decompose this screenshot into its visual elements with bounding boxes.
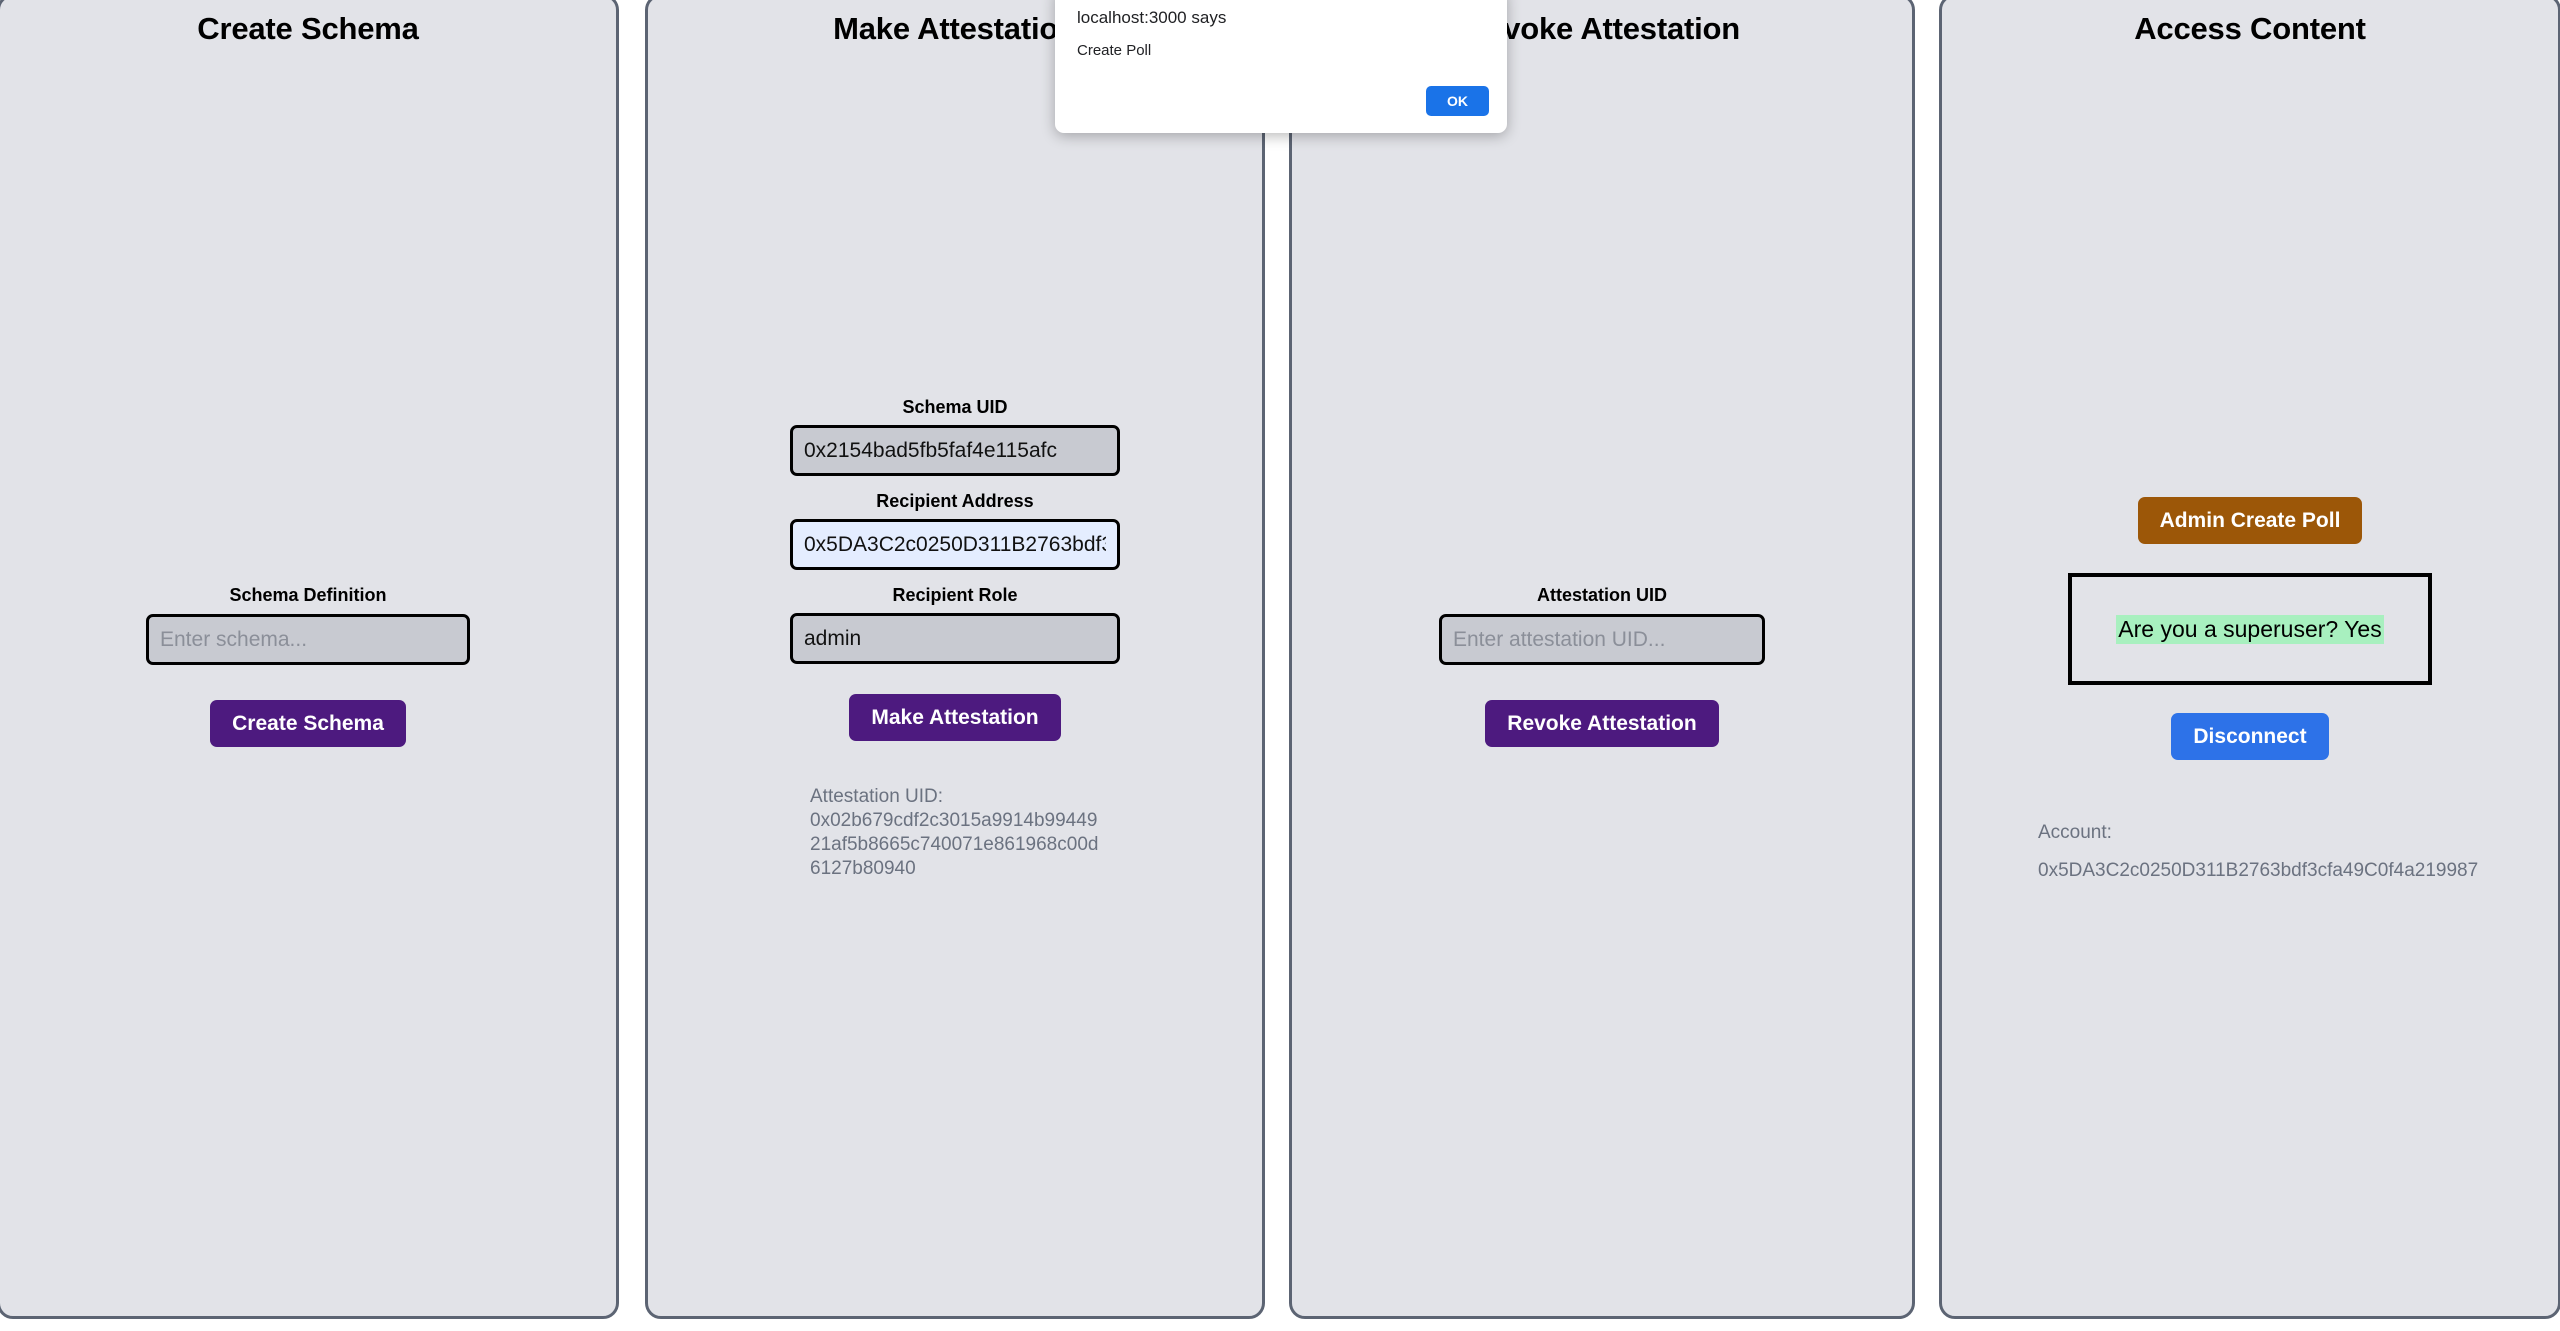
schema-definition-label: Schema Definition — [229, 585, 387, 605]
schema-uid-input[interactable] — [790, 425, 1120, 476]
recipient-role-label: Recipient Role — [892, 585, 1018, 605]
panel-row: Create Schema Schema Definition Create S… — [0, 0, 2560, 1325]
make-attestation-form: Schema UID Recipient Address Recipient R… — [648, 397, 1262, 881]
alert-ok-button[interactable]: OK — [1426, 86, 1489, 116]
browser-alert-dialog: localhost:3000 says Create Poll OK — [1055, 0, 1507, 133]
panel-create-schema: Create Schema Schema Definition Create S… — [0, 0, 619, 1319]
page-root: Create Schema Schema Definition Create S… — [0, 0, 2560, 1331]
create-schema-button[interactable]: Create Schema — [210, 700, 406, 747]
disconnect-button[interactable]: Disconnect — [2171, 713, 2329, 760]
attestation-uid-result-value: 0x02b679cdf2c3015a9914b9944921af5b8665c7… — [810, 810, 1099, 879]
superuser-status-box: Are you a superuser? Yes — [2068, 573, 2432, 685]
revoke-attestation-button[interactable]: Revoke Attestation — [1485, 700, 1719, 747]
make-attestation-button[interactable]: Make Attestation — [849, 694, 1061, 741]
panel-title-access-content: Access Content — [2134, 11, 2366, 46]
attestation-uid-label: Attestation UID — [1537, 585, 1667, 605]
schema-definition-input[interactable] — [146, 614, 470, 665]
panel-access-content: Access Content Admin Create Poll Are you… — [1939, 0, 2560, 1319]
recipient-address-label: Recipient Address — [876, 491, 1034, 511]
alert-message-text: Create Poll — [1077, 42, 1152, 59]
create-schema-form: Schema Definition Create Schema — [0, 585, 616, 747]
panel-revoke-attestation: Revoke Attestation Attestation UID Revok… — [1289, 0, 1915, 1319]
access-content-body: Admin Create Poll Are you a superuser? Y… — [1942, 497, 2558, 882]
schema-uid-label: Schema UID — [902, 397, 1008, 417]
panel-make-attestation: Make Attestation Schema UID Recipient Ad… — [645, 0, 1265, 1319]
account-label: Account: — [2038, 822, 2112, 843]
alert-origin-text: localhost:3000 says — [1077, 8, 1227, 27]
attestation-uid-input[interactable] — [1439, 614, 1765, 665]
account-address: 0x5DA3C2c0250D311B2763bdf3cfa49C0f4a2199… — [2038, 860, 2479, 881]
admin-create-poll-button[interactable]: Admin Create Poll — [2137, 497, 2363, 544]
revoke-attestation-form: Attestation UID Revoke Attestation — [1292, 585, 1912, 747]
recipient-address-input[interactable] — [790, 519, 1120, 570]
panel-title-create-schema: Create Schema — [197, 11, 419, 46]
attestation-uid-result-label: Attestation UID: — [810, 786, 944, 807]
recipient-role-input[interactable] — [790, 613, 1120, 664]
superuser-status-text: Are you a superuser? Yes — [2116, 614, 2384, 644]
attestation-uid-result: Attestation UID: 0x02b679cdf2c3015a9914b… — [810, 785, 1100, 881]
